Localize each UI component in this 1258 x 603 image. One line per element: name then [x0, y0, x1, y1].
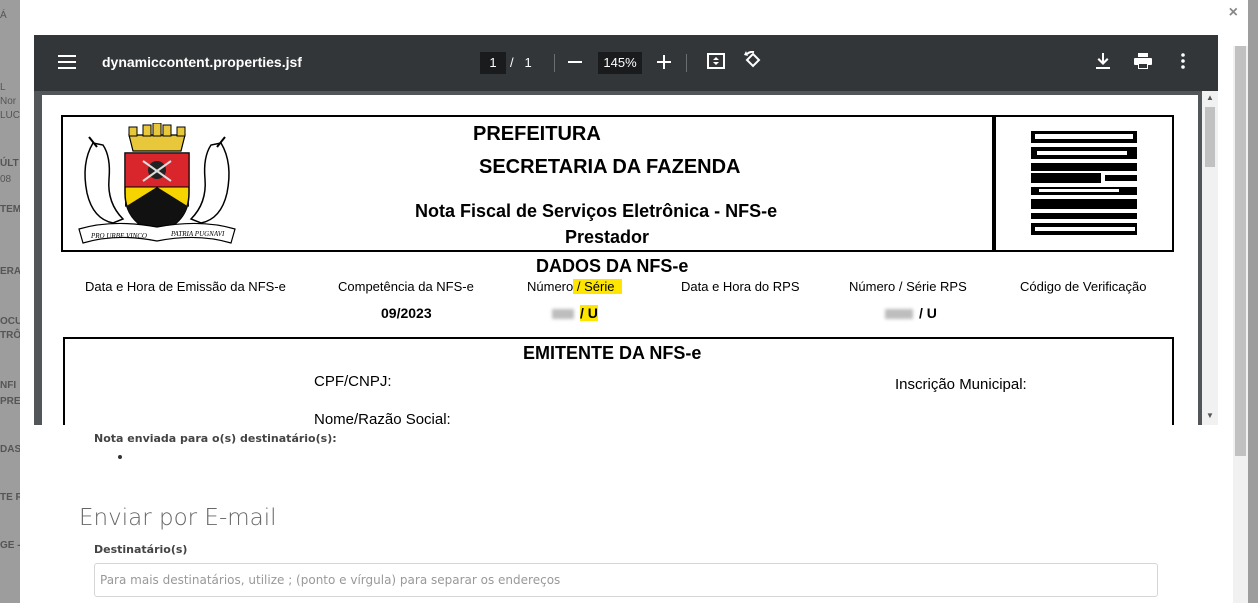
print-icon[interactable] [1130, 50, 1156, 76]
sent-recipients-label: Nota enviada para o(s) destinatário(s): [94, 432, 337, 445]
minus-icon[interactable] [562, 50, 588, 76]
bg-fragment: LUC [0, 110, 20, 121]
crest-motto-right: PATRIA PUGNAVI [170, 230, 225, 238]
pdf-toolbar: dynamiccontent.properties.jsf 1 / 1 145% [34, 35, 1218, 91]
modal-scrollbar-thumb[interactable] [1235, 46, 1246, 456]
pdf-scrollbar[interactable]: ▲ ▼ [1202, 91, 1218, 425]
bg-fragment: DAS [0, 444, 20, 455]
email-section-title: Enviar por E-mail [79, 505, 277, 531]
redacted-qr-code [1029, 129, 1139, 239]
bg-fragment: TEM [0, 204, 20, 215]
header-divider [992, 117, 996, 250]
pdf-viewer: dynamiccontent.properties.jsf 1 / 1 145% [34, 35, 1218, 425]
doc-secretaria: SECRETARIA DA FAZENDA [479, 156, 741, 178]
recipient-list-item [118, 455, 122, 459]
doc-prefeitura: PREFEITURA [473, 123, 601, 145]
emitente-box: EMITENTE DA NFS-e CPF/CNPJ: Inscrição Mu… [63, 337, 1174, 425]
bg-fragment: NFI [0, 380, 17, 391]
scroll-down-icon[interactable]: ▼ [1206, 411, 1214, 420]
inscricao-municipal-label: Inscrição Municipal: [895, 376, 1027, 393]
modal-scrollbar[interactable] [1233, 46, 1248, 603]
scroll-up-icon[interactable]: ▲ [1206, 93, 1214, 102]
background-page: Á L Nor LUC ÚLT 08 TEM ERA OCU TRÔ NFI P… [0, 0, 20, 603]
bg-fragment: OCU [0, 316, 20, 327]
emitente-title: EMITENTE DA NFS-e [523, 343, 702, 363]
bg-fragment: TRÔ [0, 330, 20, 341]
bg-fragment: PRE [0, 396, 20, 407]
pdf-file-name: dynamiccontent.properties.jsf [102, 54, 302, 70]
col-codigo-verificacao: Código de Verificação [1020, 279, 1147, 294]
zoom-input[interactable]: 145% [598, 52, 642, 74]
page-count: / 1 [510, 55, 532, 70]
value-numero-serie: / U [552, 305, 598, 321]
col-numero-serie: Número / Série [527, 279, 622, 294]
bg-fragment: GE - [0, 540, 20, 551]
bg-fragment: ERA [0, 266, 20, 277]
background-page-right [1248, 0, 1258, 603]
bg-fragment: ÚLT [0, 158, 19, 169]
bg-fragment: L [0, 82, 6, 93]
toolbar-divider [686, 54, 687, 72]
col-data-rps: Data e Hora do RPS [681, 279, 800, 294]
nome-razao-label: Nome/Razão Social: [314, 411, 451, 425]
cpf-cnpj-label: CPF/CNPJ: [314, 373, 392, 390]
recipients-label: Destinatário(s) [94, 543, 188, 556]
crest-motto-left: PRO URBE VINCO [90, 232, 147, 240]
doc-prestador: Prestador [565, 227, 650, 247]
dados-title: DADOS DA NFS-e [536, 256, 689, 276]
pdf-page: PRO URBE VINCO PATRIA PUGNAVI PREFEITURA… [42, 95, 1198, 425]
fit-page-icon[interactable] [703, 50, 729, 76]
bg-fragment: 08 [0, 174, 12, 185]
pdf-scrollbar-thumb[interactable] [1205, 107, 1215, 167]
download-icon[interactable] [1090, 50, 1116, 76]
col-numero-label: Número [527, 279, 574, 294]
bg-fragment: TE R [0, 492, 20, 503]
close-icon[interactable]: × [1229, 4, 1238, 22]
col-data-emissao: Data e Hora de Emissão da NFS-e [85, 279, 286, 294]
value-rps-serie: / U [885, 305, 937, 321]
pdf-content-area[interactable]: PRO URBE VINCO PATRIA PUGNAVI PREFEITURA… [34, 91, 1218, 425]
col-competencia: Competência da NFS-e [338, 279, 474, 294]
nfse-header-box: PRO URBE VINCO PATRIA PUGNAVI PREFEITURA… [61, 115, 1174, 252]
redacted-number [885, 309, 913, 320]
rotate-icon[interactable] [740, 50, 766, 76]
doc-nota-title: Nota Fiscal de Serviços Eletrônica - NFS… [415, 201, 778, 221]
bg-fragment: Á [0, 10, 7, 21]
toolbar-divider [554, 54, 555, 72]
page-number-input[interactable]: 1 [480, 52, 506, 74]
nfse-modal: × dynamiccontent.properties.jsf 1 / 1 14… [20, 0, 1248, 603]
more-vert-icon[interactable] [1170, 50, 1196, 76]
recipients-input[interactable] [94, 563, 1158, 597]
bg-fragment: Nor [0, 96, 17, 107]
menu-icon[interactable] [58, 55, 76, 69]
search-highlight: / Série [573, 279, 615, 294]
city-crest-logo: PRO URBE VINCO PATRIA PUGNAVI [78, 123, 236, 244]
plus-icon[interactable] [651, 50, 677, 76]
col-numero-rps: Número / Série RPS [849, 279, 967, 294]
value-competencia: 09/2023 [381, 305, 432, 321]
redacted-number [552, 309, 574, 320]
